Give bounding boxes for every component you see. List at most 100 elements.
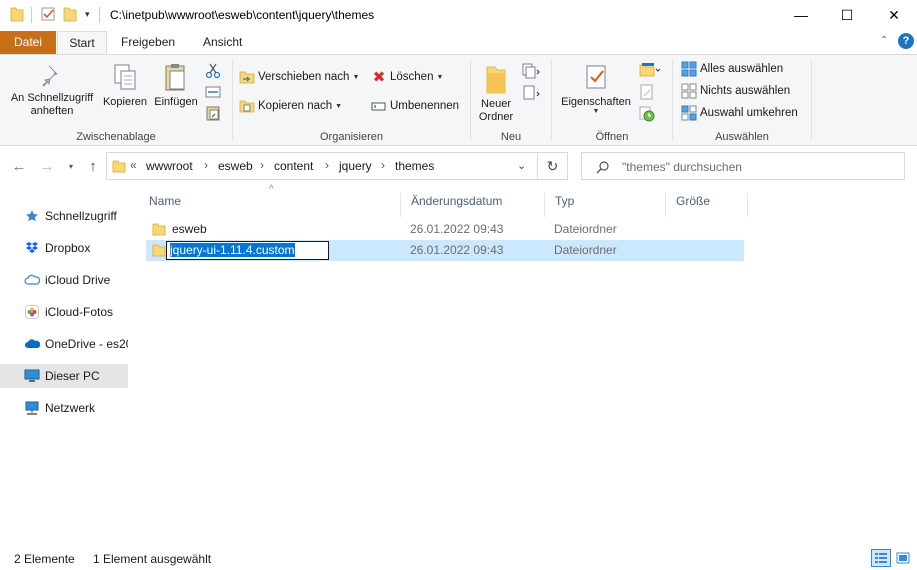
select-all-button[interactable]: Alles auswählen: [681, 61, 783, 77]
nav-item-label: Netzwerk: [45, 401, 96, 415]
rename-icon: [371, 98, 387, 114]
move-to-button[interactable]: Verschieben nach ▼: [239, 69, 359, 85]
navigation-pane: Schnellzugriff Dropbox iCloud Drive iClo…: [0, 188, 130, 544]
tab-view[interactable]: Ansicht: [190, 31, 255, 54]
nav-item-quick-access[interactable]: Schnellzugriff: [0, 204, 128, 228]
dropbox-icon: [24, 240, 40, 256]
open-group: Eigenschaften ▼ Öffnen: [552, 55, 672, 146]
onedrive-icon: [24, 336, 40, 352]
delete-button[interactable]: ✖ Löschen ▼: [371, 69, 444, 86]
address-bar[interactable]: « wwwroot › esweb › content › jquery › t…: [106, 152, 538, 180]
overflow-crumbs-icon[interactable]: «: [130, 158, 137, 172]
paste-button[interactable]: Einfügen: [150, 63, 202, 108]
tab-file[interactable]: Datei: [0, 31, 56, 54]
select-group: Alles auswählen Nichts auswählen Auswahl…: [673, 55, 811, 146]
copy-to-label: Kopieren nach: [258, 100, 333, 112]
cut-icon[interactable]: [205, 63, 221, 79]
nav-item-label: Dropbox: [45, 241, 91, 255]
details-view-icon[interactable]: [871, 549, 891, 567]
column-header-modified[interactable]: Änderungsdatum: [401, 193, 545, 217]
icloud-photos-icon: [24, 304, 40, 320]
table-row[interactable]: esweb 26.01.2022 09:43 Dateiordner: [146, 219, 744, 240]
nav-item-onedrive[interactable]: OneDrive - es20: [0, 332, 128, 356]
nav-item-network[interactable]: Netzwerk: [0, 396, 128, 420]
select-none-label: Nichts auswählen: [700, 85, 791, 97]
rename-input[interactable]: jquery-ui-1.11.4.custom: [166, 241, 329, 260]
history-icon[interactable]: [639, 106, 655, 122]
rename-selected-text: jquery-ui-1.11.4.custom: [170, 243, 295, 257]
breadcrumb-content[interactable]: content: [274, 159, 313, 173]
copy-to-icon: [239, 98, 255, 114]
copy-path-icon[interactable]: [205, 85, 221, 99]
back-arrow-icon[interactable]: ←: [10, 158, 28, 176]
chevron-right-icon[interactable]: ›: [204, 158, 208, 172]
breadcrumb-themes[interactable]: themes: [395, 159, 434, 173]
new-item-icon[interactable]: [521, 63, 541, 79]
file-modified: 26.01.2022 09:43: [410, 222, 504, 236]
selection-count: 1 Element ausgewählt: [93, 552, 212, 566]
minimize-button[interactable]: —: [778, 0, 824, 30]
pin-icon: [42, 65, 58, 87]
folder-icon: [152, 223, 166, 236]
edit-icon[interactable]: [639, 84, 655, 100]
column-header-type[interactable]: Typ: [545, 193, 666, 217]
breadcrumb-wwwroot[interactable]: wwwroot: [146, 159, 193, 173]
chevron-down-icon[interactable]: ⌄: [517, 159, 526, 172]
refresh-icon[interactable]: ↻: [538, 152, 568, 180]
nav-item-this-pc[interactable]: Dieser PC: [0, 364, 128, 388]
nav-item-icloud-drive[interactable]: iCloud Drive: [0, 268, 128, 292]
paste-shortcut-icon[interactable]: [205, 105, 221, 121]
status-bar: 2 Elemente 1 Element ausgewählt: [0, 546, 917, 570]
table-row[interactable]: jquery-ui-1.11.4.custom 26.01.2022 09:43…: [146, 240, 744, 261]
new-group: Neuer Ordner Neu: [471, 55, 551, 146]
chevron-right-icon[interactable]: ›: [381, 158, 385, 172]
maximize-button[interactable]: ☐: [824, 0, 870, 30]
easy-access-icon[interactable]: [521, 85, 541, 101]
chevron-right-icon[interactable]: ›: [325, 158, 329, 172]
up-arrow-icon[interactable]: ↑: [84, 158, 102, 176]
pin-quick-access-button[interactable]: An Schnellzugriff anheften: [4, 63, 100, 118]
tab-start[interactable]: Start: [57, 31, 107, 55]
organize-group-label: Organisieren: [320, 131, 383, 143]
forward-arrow-icon[interactable]: →: [38, 158, 56, 176]
breadcrumb-esweb[interactable]: esweb: [218, 159, 253, 173]
tab-share[interactable]: Freigeben: [108, 31, 188, 54]
invert-selection-button[interactable]: Auswahl umkehren: [681, 105, 798, 121]
breadcrumb-jquery[interactable]: jquery: [339, 159, 372, 173]
properties-button[interactable]: Eigenschaften ▼: [558, 63, 634, 115]
rename-label: Umbenennen: [390, 100, 460, 112]
select-none-button[interactable]: Nichts auswählen: [681, 83, 790, 99]
new-folder-icon: [486, 66, 506, 94]
search-placeholder: "themes" durchsuchen: [622, 160, 742, 174]
large-icons-view-icon[interactable]: [893, 549, 913, 567]
properties-icon[interactable]: [40, 6, 56, 22]
open-icon[interactable]: [639, 62, 661, 78]
ribbon: An Schnellzugriff anheften Kopieren Einf…: [0, 54, 917, 146]
recent-locations-icon[interactable]: ▾: [62, 158, 80, 176]
navigation-bar: ← → ▾ ↑ « wwwroot › esweb › content › jq…: [0, 146, 917, 186]
help-icon[interactable]: ?: [898, 33, 914, 49]
customize-quick-access-icon[interactable]: ▾: [85, 9, 90, 20]
title-bar: ▾ C:\inetpub\wwwroot\esweb\content\jquer…: [0, 0, 917, 31]
properties-check-icon: [586, 65, 606, 89]
select-group-label: Auswählen: [715, 131, 769, 143]
copy-button[interactable]: Kopieren: [100, 63, 150, 108]
chevron-right-icon[interactable]: ›: [260, 158, 264, 172]
column-header-size[interactable]: Größe: [666, 193, 748, 217]
star-icon: [24, 208, 40, 224]
search-box[interactable]: "themes" durchsuchen: [581, 152, 905, 180]
new-folder-button[interactable]: Neuer Ordner: [475, 63, 517, 124]
nav-item-icloud-photos[interactable]: iCloud-Fotos: [0, 300, 128, 324]
close-button[interactable]: ✕: [871, 0, 917, 30]
select-none-icon: [681, 83, 697, 99]
collapse-ribbon-icon[interactable]: ⌃: [880, 35, 888, 46]
separator: [99, 7, 100, 23]
search-icon: [596, 161, 609, 174]
new-folder-icon[interactable]: [63, 6, 77, 22]
column-header-name[interactable]: Name: [139, 193, 401, 217]
rename-button[interactable]: Umbenennen: [371, 98, 459, 114]
copy-to-button[interactable]: Kopieren nach ▼: [239, 98, 342, 114]
nav-item-dropbox[interactable]: Dropbox: [0, 236, 128, 260]
properties-label: Eigenschaften: [561, 96, 631, 108]
select-all-icon: [681, 61, 697, 77]
